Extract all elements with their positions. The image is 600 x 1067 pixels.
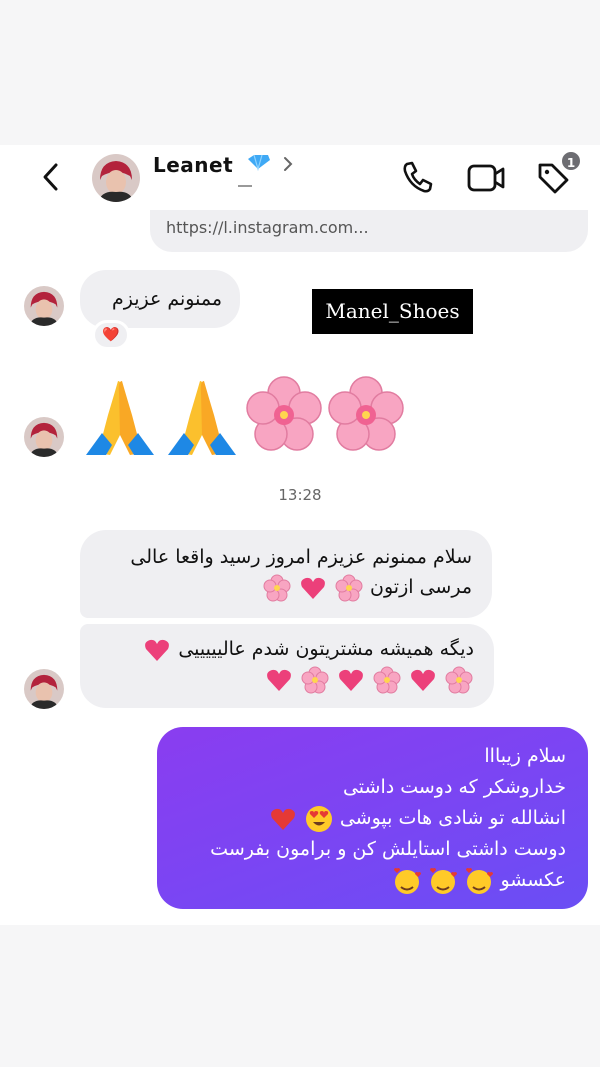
reply-line: خداروشکر که دوست داشتی [342, 776, 566, 798]
message-text: ممنونم عزیزم [111, 288, 222, 310]
back-arrow-icon [43, 163, 58, 191]
smiling-face-with-hearts-icon [430, 867, 458, 894]
avatar-image [24, 286, 64, 326]
folded-hands-icon [86, 381, 154, 455]
cherry-blossom-icon [263, 574, 291, 601]
link-preview-url[interactable]: https://l.instagram.com... [166, 218, 369, 237]
phone-icon [403, 161, 433, 193]
reply-line: دوست داشتی استایلش کن و برامون بفرست [210, 838, 566, 860]
message-reaction[interactable]: ❤️ [92, 320, 130, 350]
reply-line-with-emoji: عکسشو [179, 865, 566, 896]
sender-avatar[interactable] [24, 286, 64, 326]
avatar-image [24, 669, 64, 709]
cherry-blossom-icon [301, 666, 329, 693]
avatar-image [92, 154, 140, 202]
reply-line: سلام زیبااا [484, 745, 566, 767]
avatar-image [24, 417, 64, 457]
pink-heart-icon [338, 669, 363, 691]
cherry-blossom-icon [335, 574, 363, 601]
pink-heart-icon [301, 577, 325, 599]
username[interactable]: Leanet [153, 153, 233, 177]
timestamp: 13:28 [278, 486, 322, 504]
call-button[interactable] [400, 159, 434, 195]
cherry-blossom-icon [445, 666, 473, 693]
status-line [238, 185, 252, 187]
watermark-label: Manel_Shoes [312, 289, 473, 334]
message-line: مرسی ازتون [100, 572, 472, 602]
cherry-blossom-icon [328, 376, 404, 451]
cherry-blossom-icon [373, 666, 401, 693]
message-text: سلام ممنونم عزیزم امروز رسید واقعا عالی [130, 546, 472, 568]
message-text: دیگه همیشه مشتریتون شدم عالیییییی [178, 638, 474, 660]
message-line: دیگه همیشه مشتریتون شدم عالیییییی [100, 634, 474, 664]
video-call-button[interactable] [466, 159, 506, 195]
cherry-blossom-icon [246, 376, 322, 451]
pink-heart-icon [145, 639, 170, 661]
message-bubble[interactable]: سلام ممنونم عزیزم امروز رسید واقعا عالی … [80, 530, 492, 618]
outgoing-message-bubble[interactable]: سلام زیبااا خداروشکر که دوست داشتی انشال… [157, 727, 588, 909]
heart-eyes-icon [305, 805, 332, 832]
message-bubble[interactable]: دیگه همیشه مشتریتون شدم عالیییییی [80, 624, 494, 708]
reply-line: عکسشو [500, 869, 566, 891]
emoji-line [100, 664, 474, 694]
link-preview-card[interactable]: https://l.instagram.com... [150, 210, 588, 252]
bottom-blank-area [0, 925, 600, 1067]
back-button[interactable] [36, 159, 68, 195]
pink-heart-icon [411, 669, 435, 691]
message-text: مرسی ازتون [370, 576, 472, 598]
folded-hands-icon [168, 381, 236, 455]
video-camera-icon [467, 164, 505, 192]
notification-badge: 1 [560, 150, 582, 172]
sender-avatar[interactable] [24, 669, 64, 709]
smiling-face-with-hearts-icon [466, 867, 494, 894]
header-avatar[interactable] [92, 154, 140, 202]
smiling-face-with-hearts-icon [394, 867, 422, 894]
chat-header: Leanet [0, 145, 600, 217]
pink-heart-icon [266, 669, 291, 691]
red-heart-icon [270, 808, 295, 830]
heart-reaction-icon: ❤️ [102, 327, 120, 343]
verified-badge-icon [248, 154, 270, 171]
top-blank-area [0, 0, 600, 145]
emoji-message[interactable] [80, 375, 406, 460]
reply-line: انشالله تو شادی هات بپوشی [339, 807, 566, 829]
sender-avatar[interactable] [24, 417, 64, 457]
reply-line-with-emoji: انشالله تو شادی هات بپوشی [179, 803, 566, 834]
chevron-right-icon[interactable] [281, 155, 295, 173]
